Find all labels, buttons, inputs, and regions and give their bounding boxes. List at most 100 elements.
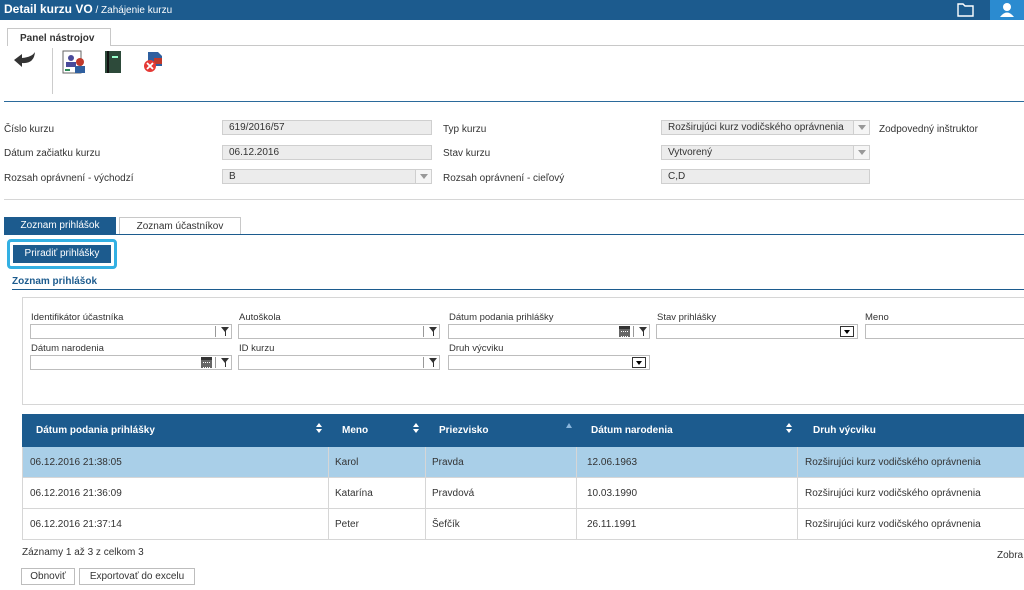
column-datum-narodenia[interactable]: Dátum narodenia bbox=[591, 425, 673, 436]
tab-line bbox=[110, 45, 1024, 46]
tool-panel: Panel nástrojov bbox=[4, 28, 1024, 102]
filter-label-datum-narodenia: Dátum narodenia bbox=[31, 343, 104, 354]
grid-line bbox=[22, 447, 23, 540]
folder-icon[interactable] bbox=[950, 0, 980, 20]
field-rozsah-cielovy: C,D bbox=[661, 169, 870, 184]
cell-meno: Karol bbox=[335, 457, 359, 468]
filter-icon[interactable] bbox=[220, 326, 231, 337]
cell-priezvisko: Pravdová bbox=[432, 488, 475, 499]
label-cislo-kurzu: Číslo kurzu bbox=[4, 124, 55, 135]
table-header: Dátum podania prihlášky Meno Priezvisko … bbox=[22, 414, 1024, 447]
cell-datum-podania: 06.12.2016 21:36:09 bbox=[30, 488, 122, 499]
select-stav-kurzu[interactable]: Vytvorený bbox=[661, 145, 870, 160]
filter-panel: Identifikátor účastníka Autoškola Dátum … bbox=[22, 297, 1024, 405]
cell-priezvisko: Šefčík bbox=[432, 519, 460, 530]
cell-datum-narodenia: 10.03.1990 bbox=[587, 488, 638, 499]
field-datum-zaciatku: 06.12.2016 bbox=[222, 145, 432, 160]
cell-druh-vycviku: Rozširujúci kurz vodičského oprávnenia bbox=[805, 519, 981, 530]
column-meno[interactable]: Meno bbox=[342, 425, 368, 436]
cell-datum-narodenia: 12.06.1963 bbox=[587, 457, 638, 468]
separator bbox=[215, 357, 216, 368]
export-excel-button[interactable]: Exportovať do excelu bbox=[79, 568, 195, 585]
label-datum-zaciatku: Dátum začiatku kurzu bbox=[4, 148, 101, 159]
section-title: Zoznam prihlášok bbox=[12, 276, 98, 287]
table-row[interactable]: 06.12.2016 21:37:14 Peter Šefčík 26.11.1… bbox=[22, 509, 1024, 540]
sort-icon[interactable] bbox=[316, 423, 324, 435]
cell-datum-podania: 06.12.2016 21:38:05 bbox=[30, 457, 122, 468]
separator bbox=[633, 326, 634, 337]
grid-line bbox=[425, 447, 426, 540]
cell-druh-vycviku: Rozširujúci kurz vodičského oprávnenia bbox=[805, 457, 981, 468]
chevron-down-icon bbox=[853, 146, 869, 159]
chevron-down-icon[interactable] bbox=[632, 357, 646, 368]
filter-label-meno: Meno bbox=[865, 312, 889, 323]
filter-icon[interactable] bbox=[638, 326, 649, 337]
assign-button-highlight: Priradiť prihlášky bbox=[7, 239, 117, 269]
book-icon[interactable] bbox=[100, 48, 128, 76]
filter-label-autoskola: Autoškola bbox=[239, 312, 281, 323]
column-priezvisko[interactable]: Priezvisko bbox=[439, 425, 488, 436]
section-line bbox=[12, 289, 1024, 290]
column-druh-vycviku[interactable]: Druh výcviku bbox=[813, 425, 876, 436]
page-size-label: Zobra bbox=[997, 550, 1024, 561]
separator bbox=[423, 357, 424, 368]
page-title: Detail kurzu VO / Zahájenie kurzu bbox=[4, 2, 173, 16]
filter-label-id-kurzu: ID kurzu bbox=[239, 343, 275, 354]
filter-meno-input[interactable] bbox=[865, 324, 1024, 339]
filter-icon[interactable] bbox=[428, 326, 439, 337]
person-card-icon[interactable] bbox=[60, 48, 88, 76]
table-row[interactable]: 06.12.2016 21:36:09 Katarína Pravdová 10… bbox=[22, 478, 1024, 509]
sort-asc-icon[interactable] bbox=[566, 423, 572, 428]
breadcrumb: / Zahájenie kurzu bbox=[92, 5, 173, 16]
filter-stav-prihlasky-select[interactable] bbox=[656, 324, 858, 339]
assign-applications-button[interactable]: Priradiť prihlášky bbox=[13, 245, 111, 263]
sort-icon[interactable] bbox=[413, 423, 421, 435]
tab-zoznam-ucastnikov[interactable]: Zoznam účastníkov bbox=[119, 217, 241, 234]
back-arrow-icon[interactable] bbox=[10, 48, 38, 76]
cell-datum-narodenia: 26.11.1991 bbox=[587, 519, 637, 530]
filter-label-datum-podania: Dátum podania prihlášky bbox=[449, 312, 554, 323]
label-rozsah-cielovy: Rozsah oprávnení - cieľový bbox=[443, 173, 565, 184]
label-zodpovedny-instruktor: Zodpovedný inštruktor bbox=[879, 124, 978, 135]
cell-meno: Peter bbox=[335, 519, 359, 530]
filter-autoskola-input[interactable] bbox=[238, 324, 440, 339]
select-typ-kurzu[interactable]: Rozširujúci kurz vodičského oprávnenia bbox=[661, 120, 870, 135]
filter-icon[interactable] bbox=[220, 357, 231, 368]
grid-line bbox=[576, 447, 577, 540]
separator bbox=[423, 326, 424, 337]
filter-label-stav-prihlasky: Stav prihlášky bbox=[657, 312, 717, 323]
details-divider bbox=[4, 199, 1024, 200]
tab-panel-nastrojov[interactable]: Panel nástrojov bbox=[7, 28, 111, 46]
user-icon[interactable] bbox=[990, 0, 1024, 20]
chevron-down-icon[interactable] bbox=[840, 326, 854, 337]
filter-icon[interactable] bbox=[428, 357, 439, 368]
calendar-icon[interactable] bbox=[619, 326, 630, 337]
grid-line bbox=[328, 447, 329, 540]
filter-id-kurzu-input[interactable] bbox=[238, 355, 440, 370]
column-datum-podania[interactable]: Dátum podania prihlášky bbox=[36, 425, 155, 436]
tab-zoznam-prihlasok[interactable]: Zoznam prihlášok bbox=[4, 217, 116, 234]
top-bar: Detail kurzu VO / Zahájenie kurzu bbox=[0, 0, 1024, 20]
label-rozsah-vychodzi: Rozsah oprávnení - východzí bbox=[4, 173, 134, 184]
chevron-down-icon bbox=[853, 121, 869, 134]
filter-druh-vycviku-select[interactable] bbox=[448, 355, 650, 370]
cell-meno: Katarína bbox=[335, 488, 373, 499]
refresh-button[interactable]: Obnoviť bbox=[21, 568, 75, 585]
separator bbox=[215, 326, 216, 337]
tab-bar-line bbox=[4, 234, 1024, 235]
cancel-course-icon[interactable] bbox=[140, 48, 168, 76]
calendar-icon[interactable] bbox=[201, 357, 212, 368]
filter-datum-narodenia-input[interactable] bbox=[30, 355, 232, 370]
table-row[interactable]: 06.12.2016 21:38:05 Karol Pravda 12.06.1… bbox=[22, 447, 1024, 478]
filter-label-druh-vycviku: Druh výcviku bbox=[449, 343, 504, 354]
sort-icon[interactable] bbox=[786, 423, 794, 435]
records-info: Záznamy 1 až 3 z celkom 3 bbox=[22, 547, 144, 558]
field-cislo-kurzu: 619/2016/57 bbox=[222, 120, 432, 135]
label-typ-kurzu: Typ kurzu bbox=[443, 124, 487, 135]
grid-line bbox=[797, 447, 798, 540]
filter-identifikator-input[interactable] bbox=[30, 324, 232, 339]
select-rozsah-vychodzi[interactable]: B bbox=[222, 169, 432, 184]
filter-datum-podania-input[interactable] bbox=[448, 324, 650, 339]
toolbar-separator bbox=[52, 48, 53, 94]
cell-druh-vycviku: Rozširujúci kurz vodičského oprávnenia bbox=[805, 488, 981, 499]
